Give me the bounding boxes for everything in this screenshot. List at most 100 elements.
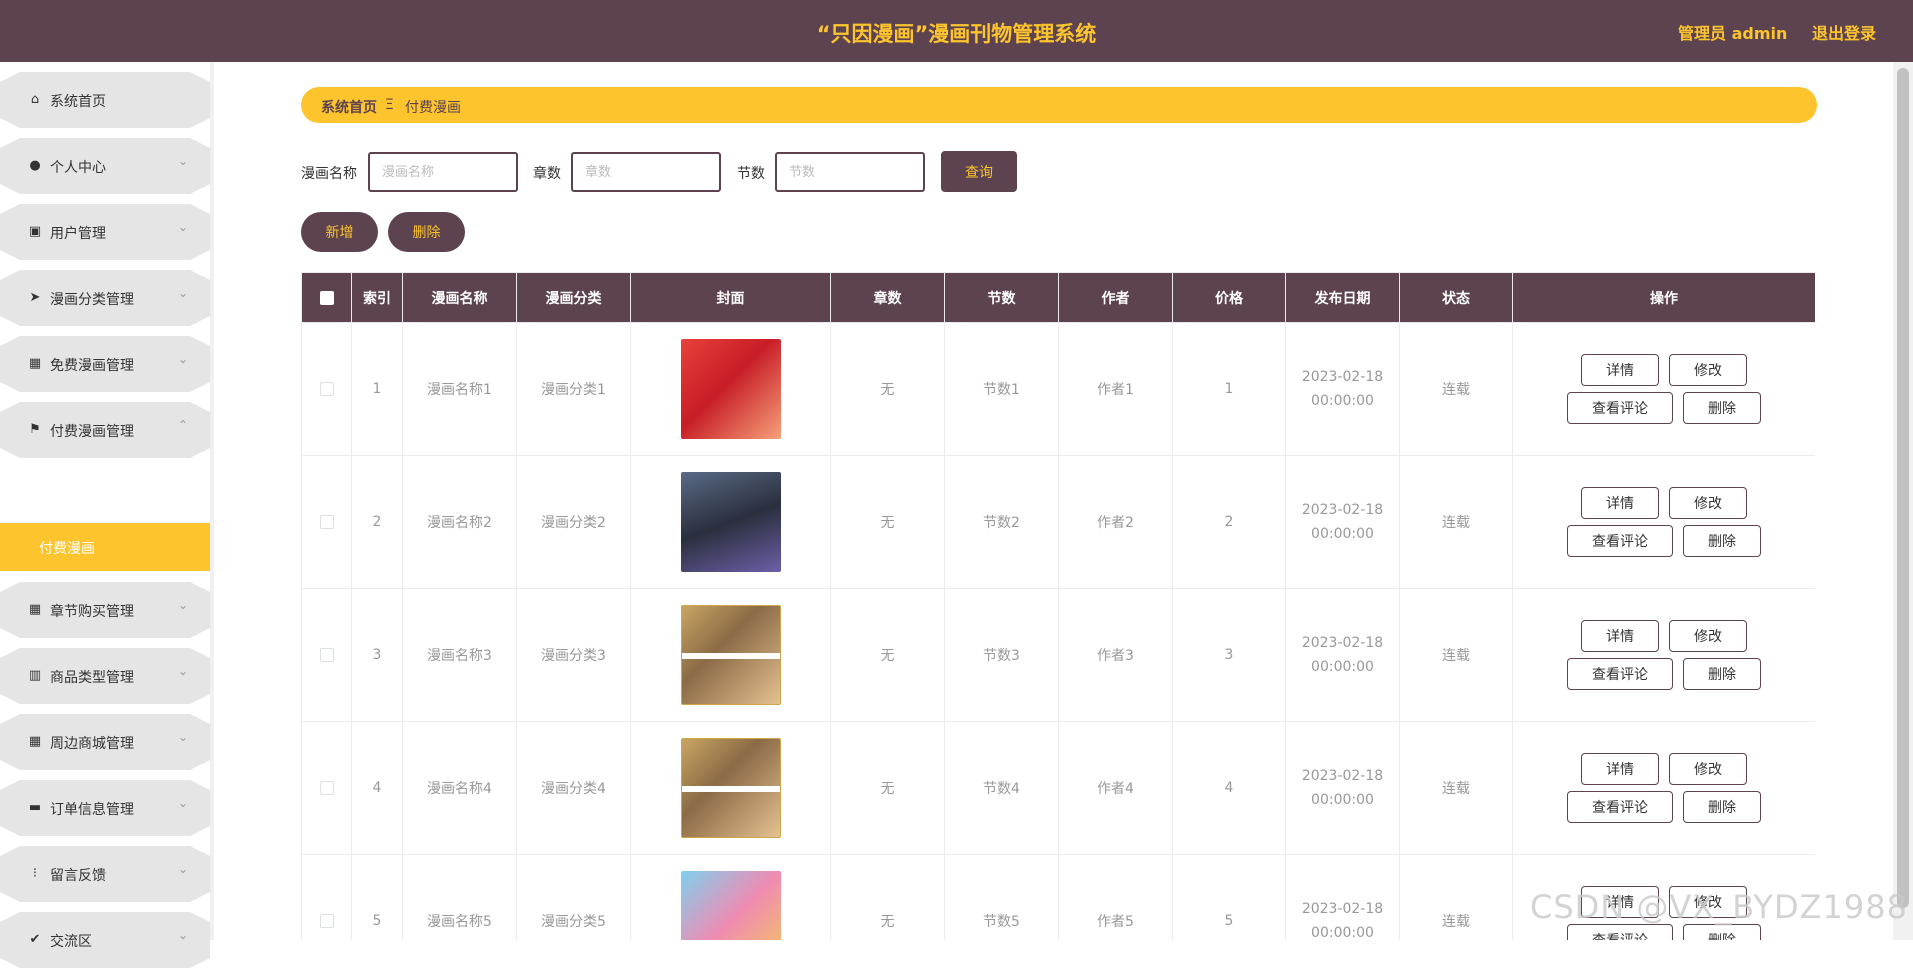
row-checkbox[interactable] <box>319 914 334 928</box>
sidebar-item-paid-comics[interactable]: ⚑ 付费漫画管理 ⌃ <box>0 402 210 458</box>
row-checkbox[interactable] <box>319 781 334 795</box>
row-select-cell[interactable] <box>301 854 352 940</box>
name-cell: 漫画名称4 <box>402 721 517 855</box>
sidebar-item-user-management[interactable]: ▣ 用户管理 ⌄ <box>0 204 210 260</box>
view-comments-button[interactable]: 查看评论 <box>1567 924 1673 940</box>
query-button[interactable]: 查询 <box>941 151 1017 192</box>
chapter-cell: 无 <box>830 455 945 589</box>
add-button[interactable]: 新增 <box>301 212 378 252</box>
grid-icon: ▦ <box>28 356 42 371</box>
section-search-input[interactable] <box>775 152 925 192</box>
view-comments-button[interactable]: 查看评论 <box>1567 525 1673 557</box>
chevron-down-icon: ⌄ <box>178 154 189 168</box>
chapter-search-input[interactable] <box>571 152 721 192</box>
sidebar-item-merch-store[interactable]: ▦ 周边商城管理 ⌄ <box>0 714 210 770</box>
sidebar-item-product-types[interactable]: ▥ 商品类型管理 ⌄ <box>0 648 210 704</box>
detail-button[interactable]: 详情 <box>1581 753 1659 785</box>
sidebar-item-free-comics[interactable]: ▦ 免费漫画管理 ⌄ <box>0 336 210 392</box>
view-comments-button[interactable]: 查看评论 <box>1567 791 1673 823</box>
row-checkbox[interactable] <box>319 382 334 396</box>
sidebar-item-feedback[interactable]: ⁝ 留言反馈 ⌄ <box>0 846 210 902</box>
row-select-cell[interactable] <box>301 322 352 456</box>
cover-image <box>680 738 781 838</box>
logout-button[interactable]: 退出登录 <box>1812 20 1876 44</box>
index-cell: 5 <box>351 854 403 940</box>
row-checkbox[interactable] <box>319 515 334 529</box>
edit-button[interactable]: 修改 <box>1669 487 1747 519</box>
operations-cell: 详情 修改 查看评论 删除 <box>1512 322 1815 456</box>
sidebar-item-label: 漫画分类管理 <box>50 292 134 308</box>
sidebar-item-label: 交流区 <box>50 934 92 950</box>
sidebar-item-home[interactable]: ⌂ 系统首页 <box>0 72 210 128</box>
sidebar-item-label: 付费漫画管理 <box>50 424 134 440</box>
edit-button[interactable]: 修改 <box>1669 620 1747 652</box>
table-row: 2 漫画名称2 漫画分类2 无 节数2 作者2 2 2023-02-18 00:… <box>301 455 1815 589</box>
sidebar-item-chapter-purchase[interactable]: ▦ 章节购买管理 ⌄ <box>0 582 210 638</box>
price-cell: 2 <box>1172 455 1286 589</box>
cover-cell <box>630 322 831 456</box>
admin-label: 管理员 admin <box>1678 24 1788 43</box>
sidebar-item-forum[interactable]: ✔ 交流区 ⌄ <box>0 912 210 968</box>
sidebar-item-category-management[interactable]: ➤ 漫画分类管理 ⌄ <box>0 270 210 326</box>
chapter-cell: 无 <box>830 721 945 855</box>
sidebar-item-label: 订单信息管理 <box>50 802 134 818</box>
delete-row-button[interactable]: 删除 <box>1683 392 1761 424</box>
name-cell: 漫画名称1 <box>402 322 517 456</box>
sidebar-subitem-paid-comics[interactable]: 付费漫画 <box>0 523 210 571</box>
row-checkbox[interactable] <box>319 648 334 662</box>
status-cell: 连载 <box>1399 721 1513 855</box>
delete-row-button[interactable]: 删除 <box>1683 924 1761 940</box>
sidebar-subitem-label: 付费漫画 <box>39 541 95 557</box>
comics-table: 索引 漫画名称 漫画分类 封面 章数 节数 作者 价格 发布日期 状态 操作 1… <box>301 272 1815 940</box>
detail-button[interactable]: 详情 <box>1581 354 1659 386</box>
detail-button[interactable]: 详情 <box>1581 487 1659 519</box>
delete-row-button[interactable]: 删除 <box>1683 658 1761 690</box>
date-cell: 2023-02-18 00:00:00 <box>1285 721 1400 855</box>
name-search-label: 漫画名称 <box>301 166 357 182</box>
batch-delete-button[interactable]: 删除 <box>388 212 465 252</box>
sidebar-item-orders[interactable]: ▬ 订单信息管理 ⌄ <box>0 780 210 836</box>
chevron-down-icon: ⌄ <box>178 664 189 678</box>
status-cell: 连载 <box>1399 588 1513 722</box>
section-cell: 节数5 <box>944 854 1059 940</box>
row-select-cell[interactable] <box>301 721 352 855</box>
date-cell: 2023-02-18 00:00:00 <box>1285 455 1400 589</box>
top-header: “只因漫画”漫画刊物管理系统 管理员 admin 退出登录 <box>0 0 1913 62</box>
column-header: 章数 <box>830 272 945 323</box>
row-select-cell[interactable] <box>301 588 352 722</box>
page-scrollbar[interactable] <box>1893 62 1913 940</box>
index-cell: 3 <box>351 588 403 722</box>
grid-icon: ▦ <box>28 602 42 617</box>
sidebar-item-label: 免费漫画管理 <box>50 358 134 374</box>
sidebar-item-personal-center[interactable]: ● 个人中心 ⌄ <box>0 138 210 194</box>
edit-button[interactable]: 修改 <box>1669 354 1747 386</box>
scrollbar-thumb[interactable] <box>1897 68 1909 908</box>
user-icon: ● <box>29 158 41 173</box>
name-search-input[interactable] <box>368 152 518 192</box>
edit-button[interactable]: 修改 <box>1669 753 1747 785</box>
sidebar-item-label: 用户管理 <box>50 226 106 242</box>
sidebar-item-label: 商品类型管理 <box>50 670 134 686</box>
view-comments-button[interactable]: 查看评论 <box>1567 392 1673 424</box>
cover-cell <box>630 588 831 722</box>
delete-row-button[interactable]: 删除 <box>1683 525 1761 557</box>
cover-cell <box>630 721 831 855</box>
table-header-row: 索引 漫画名称 漫画分类 封面 章数 节数 作者 价格 发布日期 状态 操作 <box>301 272 1815 323</box>
cover-image <box>680 472 781 572</box>
status-cell: 连载 <box>1399 322 1513 456</box>
select-all-cell[interactable] <box>301 272 352 323</box>
sidebar-item-label: 系统首页 <box>50 94 106 110</box>
delete-row-button[interactable]: 删除 <box>1683 791 1761 823</box>
detail-button[interactable]: 详情 <box>1581 620 1659 652</box>
view-comments-button[interactable]: 查看评论 <box>1567 658 1673 690</box>
table-row: 3 漫画名称3 漫画分类3 无 节数3 作者3 3 2023-02-18 00:… <box>301 588 1815 722</box>
chevron-down-icon: ⌄ <box>178 796 189 810</box>
row-select-cell[interactable] <box>301 455 352 589</box>
operations-cell: 详情 修改 查看评论 删除 <box>1512 455 1815 589</box>
breadcrumb-home-link[interactable]: 系统首页 <box>321 97 377 117</box>
sidebar-item-label: 章节购买管理 <box>50 604 134 620</box>
author-cell: 作者3 <box>1058 588 1173 722</box>
sidebar-item-label: 个人中心 <box>50 160 106 176</box>
select-all-checkbox[interactable] <box>319 290 334 305</box>
clipboard-check-icon: ✔ <box>29 932 41 947</box>
